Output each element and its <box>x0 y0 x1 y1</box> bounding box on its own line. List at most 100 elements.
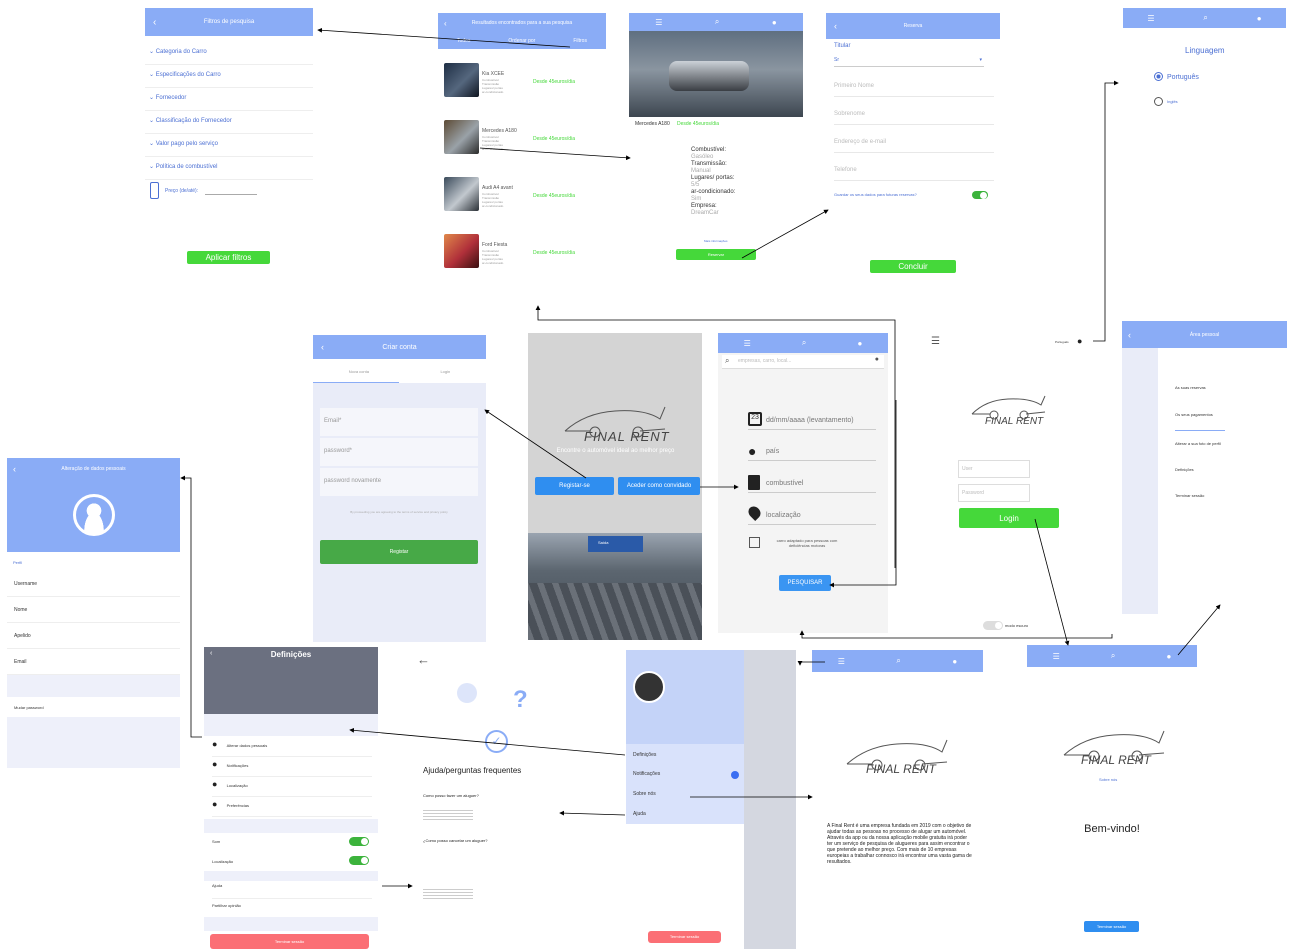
user-icon[interactable]: ● <box>772 18 777 27</box>
user-icon[interactable]: ● <box>952 657 957 666</box>
save-data-toggle[interactable] <box>972 191 988 199</box>
back-icon[interactable]: ‹ <box>444 19 447 28</box>
result-item[interactable]: Mercedes A180 Combustível Transmissão Lu… <box>438 118 606 170</box>
reserve-button[interactable]: Reservar <box>676 249 756 260</box>
language-option-en[interactable]: Inglês <box>1154 97 1178 106</box>
back-icon[interactable]: ‹ <box>321 342 324 352</box>
settings-item-notifications[interactable]: ● Notificações <box>212 759 372 777</box>
user-icon[interactable]: ● <box>1257 14 1262 23</box>
logout-button[interactable]: Terminar sessão <box>210 934 369 949</box>
password-field[interactable]: password* <box>320 438 478 466</box>
settings-item-preferences[interactable]: ● Preferências <box>212 799 372 817</box>
faq-question[interactable]: ¿Como posso cancelar um aluguer? <box>423 838 487 843</box>
area-item-payments[interactable]: Os seus pagamentos <box>1175 412 1225 431</box>
settings-item-personal[interactable]: ● Alterar dados pessoais <box>212 739 372 757</box>
notification-dot-icon[interactable] <box>731 771 739 779</box>
search-button[interactable]: PESQUISAR <box>779 575 831 591</box>
filter-rating[interactable]: ⌄ Classificação do Fornecedor <box>145 111 313 134</box>
change-password-row[interactable]: Mudar password <box>7 697 180 717</box>
accessible-checkbox[interactable] <box>749 537 760 548</box>
password-field[interactable]: Password <box>958 484 1030 502</box>
clear-icon[interactable]: ● <box>875 356 879 363</box>
sound-toggle[interactable] <box>349 837 369 846</box>
faq-question[interactable]: Como posso fazer um aluguer? <box>423 793 479 798</box>
register-button[interactable]: Registar <box>320 540 478 564</box>
search-icon[interactable]: ⌕ <box>1111 651 1115 661</box>
fuel-field[interactable]: combustível <box>748 475 876 493</box>
avatar[interactable] <box>73 494 115 536</box>
salutation-select[interactable]: Sr ▾ <box>834 57 984 67</box>
first-name-field[interactable]: Primeiro Nome <box>834 83 994 97</box>
back-icon[interactable]: ‹ <box>153 17 156 28</box>
settings-item-location[interactable]: ● Localização <box>212 779 372 797</box>
filter-fuel[interactable]: ⌄ Política de combustível <box>145 157 313 180</box>
drawer-logout-button[interactable]: Terminar sessão <box>648 931 721 943</box>
search-input[interactable]: ⌕ empresas, carro, local... ● <box>722 355 884 369</box>
area-item-settings[interactable]: Definições <box>1175 467 1194 472</box>
avatar[interactable] <box>633 671 665 703</box>
language-option-pt[interactable]: Português <box>1154 72 1199 81</box>
filter-category[interactable]: ⌄ Categoria do Carro <box>145 42 313 65</box>
about-link[interactable]: Sobre nós <box>1099 777 1117 782</box>
surname-field[interactable]: Sobrenome <box>834 111 994 125</box>
phone-field[interactable]: Telefone <box>834 167 994 181</box>
tab-filters[interactable]: Filtros <box>573 38 587 44</box>
tab-all[interactable]: Todos <box>457 38 470 44</box>
menu-icon[interactable]: ☰ <box>744 339 751 348</box>
user-icon[interactable]: ● <box>858 339 863 348</box>
welcome-logout-button[interactable]: Terminar sessão <box>1084 921 1139 932</box>
tab-sort[interactable]: Ordenar por <box>508 38 535 44</box>
drawer-item-about[interactable]: Sobre nós <box>633 791 656 797</box>
help-row[interactable]: Ajuda <box>212 883 372 899</box>
apply-filters-button[interactable]: Aplicar filtros <box>187 251 270 264</box>
search-icon[interactable]: ⌕ <box>715 17 719 27</box>
price-range-input[interactable] <box>205 194 257 195</box>
password-again-field[interactable]: password novamente <box>320 468 478 496</box>
search-icon[interactable]: ⌕ <box>802 338 806 348</box>
filter-supplier[interactable]: ⌄ Fornecedor <box>145 88 313 111</box>
menu-icon[interactable]: ☰ <box>931 336 940 347</box>
filter-specs[interactable]: ⌄ Especificações do Carro <box>145 65 313 88</box>
surname-row[interactable]: Apelido <box>7 623 180 649</box>
drawer-item-help[interactable]: Ajuda <box>633 811 646 817</box>
login-button[interactable]: Login <box>959 508 1059 528</box>
user-icon[interactable]: ● <box>1167 652 1172 661</box>
globe-icon[interactable]: ● <box>1077 336 1082 346</box>
location-field[interactable]: localização <box>746 504 876 525</box>
back-icon[interactable]: ‹ <box>1128 330 1131 340</box>
user-field[interactable]: User <box>958 460 1030 478</box>
done-button[interactable]: Concluir <box>870 260 956 273</box>
dark-mode-toggle[interactable] <box>983 621 1003 630</box>
result-item[interactable]: Kia XCEE Combustível Transmissão Lugares… <box>438 61 606 113</box>
back-icon[interactable]: ‹ <box>834 21 837 31</box>
country-field[interactable]: ● país <box>748 443 876 461</box>
result-item[interactable]: Ford Fiesta Combustível Transmissão Luga… <box>438 232 606 283</box>
search-icon[interactable]: ⌕ <box>1203 13 1207 23</box>
menu-icon[interactable]: ☰ <box>838 657 845 666</box>
filter-value[interactable]: ⌄ Valor pago pelo serviço <box>145 134 313 157</box>
area-item-photo[interactable]: Alterar a sua foto de perfil <box>1175 441 1221 446</box>
menu-icon[interactable]: ☰ <box>1147 14 1154 23</box>
drawer-item-settings[interactable]: Definições <box>633 752 656 758</box>
register-button[interactable]: Registar-se <box>535 477 614 495</box>
menu-icon[interactable]: ☰ <box>655 18 662 27</box>
back-arrow-icon[interactable]: ← <box>417 652 430 667</box>
tab-new-account[interactable]: Nova conta <box>349 369 369 374</box>
tab-login[interactable]: Login <box>440 369 450 374</box>
email-field[interactable]: Email* <box>320 408 478 436</box>
guest-button[interactable]: Aceder como convidado <box>618 477 700 495</box>
date-field[interactable]: 23 dd/mm/aaaa (levantamento) <box>748 412 876 430</box>
drawer-item-notifications[interactable]: Notificações <box>633 771 660 777</box>
menu-icon[interactable]: ☰ <box>1053 652 1060 661</box>
email-field[interactable]: Endereço de e-mail <box>834 139 994 153</box>
username-row[interactable]: Username <box>7 571 180 597</box>
language-label[interactable]: Português <box>1055 340 1069 344</box>
result-item[interactable]: Audi A4 avant Combustível Transmissão Lu… <box>438 175 606 227</box>
search-icon[interactable]: ⌕ <box>896 656 900 666</box>
email-row[interactable]: Email <box>7 649 180 675</box>
area-item-logout[interactable]: Terminar sessão <box>1175 493 1204 498</box>
area-item-reservations[interactable]: As suas reservas <box>1175 385 1206 390</box>
location-toggle[interactable] <box>349 856 369 865</box>
more-info-link[interactable]: Mais informações <box>704 239 728 243</box>
name-row[interactable]: Nome <box>7 597 180 623</box>
